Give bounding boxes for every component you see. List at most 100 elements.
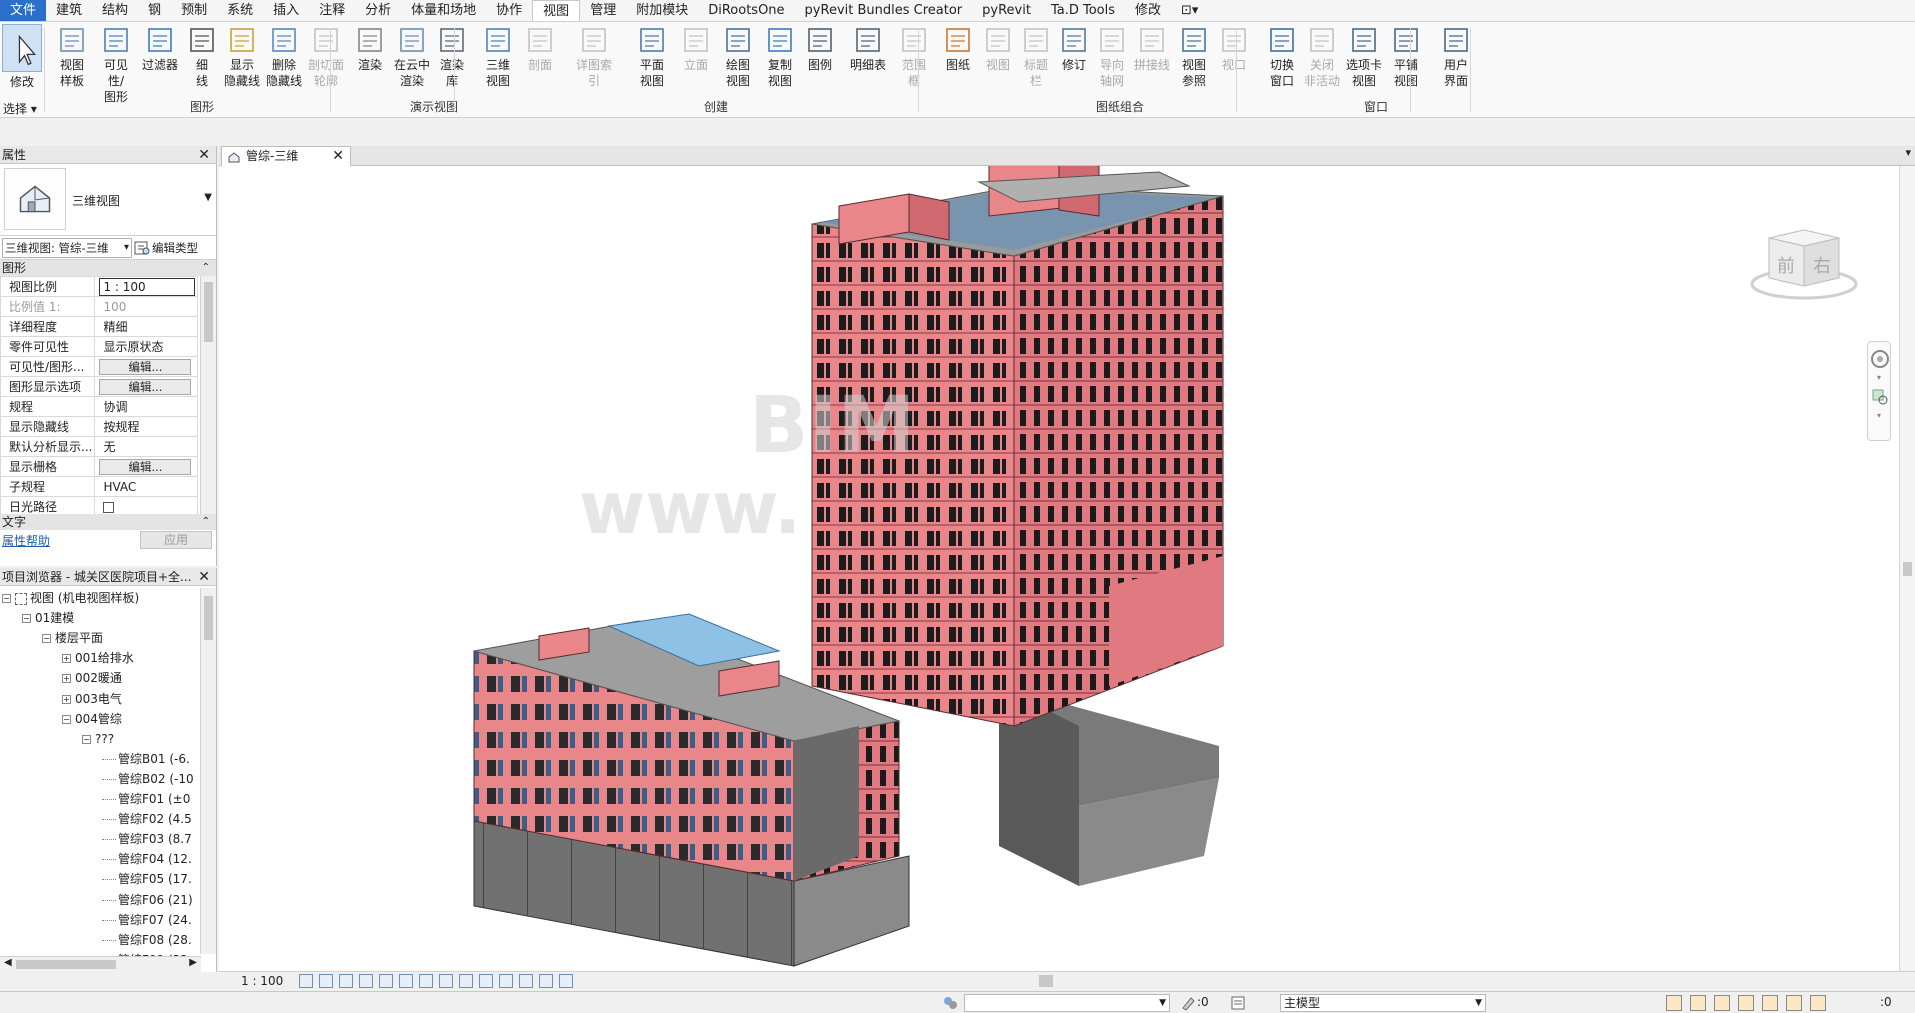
ribbon-button-6[interactable]: 剖切面 轮廓	[306, 25, 346, 89]
tree-toggle-icon[interactable]: +	[62, 694, 71, 704]
tree-toggle-icon[interactable]: −	[62, 714, 71, 724]
menu-tab-12[interactable]: 管理	[580, 0, 626, 21]
property-value[interactable]: 无	[103, 440, 115, 454]
property-value-cell[interactable]: 1 : 100	[94, 276, 198, 297]
browser-tree-item[interactable]: +003电气	[62, 689, 122, 709]
menu-tab-7[interactable]: 注释	[309, 0, 355, 21]
ribbon-button-22[interactable]: 标题栏	[1016, 25, 1056, 89]
temporary-hide-icon[interactable]	[459, 974, 473, 988]
apply-button[interactable]: 应用	[140, 531, 212, 549]
chevron-down-icon[interactable]: ▼	[204, 192, 212, 203]
highlight-displacement-icon[interactable]	[519, 974, 533, 988]
shadows-icon[interactable]	[359, 974, 373, 988]
menu-tab-6[interactable]: 插入	[263, 0, 309, 21]
ribbon-button-19[interactable]: 范围框	[894, 25, 934, 89]
menu-tab-8[interactable]: 分析	[355, 0, 401, 21]
ribbon-button-11[interactable]: 剖面	[520, 25, 560, 73]
browser-tree-item[interactable]: 管综F02 (4.5	[102, 809, 192, 829]
view-scale-input[interactable]: 1 : 100	[99, 277, 195, 296]
drawing-canvas[interactable]: BIM www. 前 右 ▾ ▾	[219, 166, 1899, 971]
browser-tree-item[interactable]: 管综F05 (17.	[102, 869, 192, 889]
browser-tree-item[interactable]: − 视图 (机电视图样板)	[2, 588, 139, 608]
browser-tree-item[interactable]: 管综F01 (±0	[102, 789, 190, 809]
constraints-icon[interactable]	[539, 974, 553, 988]
ribbon-button-31[interactable]: 平铺 视图	[1386, 25, 1426, 89]
browser-tree-item[interactable]: −01建模	[22, 608, 74, 628]
property-value-cell[interactable]: 编辑...	[94, 456, 198, 477]
ribbon-button-4[interactable]: 显示 隐藏线	[222, 25, 262, 89]
ribbon-button-9[interactable]: 渲染库	[432, 25, 472, 89]
navigation-bar[interactable]: ▾ ▾	[1867, 341, 1891, 441]
render-icon[interactable]	[379, 974, 393, 988]
property-value[interactable]: 显示原状态	[103, 340, 163, 354]
ribbon-button-10[interactable]: 三维 视图	[478, 25, 518, 89]
close-icon[interactable]: ✕	[198, 568, 210, 586]
ribbon-button-15[interactable]: 绘图 视图	[718, 25, 758, 89]
ribbon-button-8[interactable]: 在云中 渲染	[392, 25, 432, 89]
tree-toggle-icon[interactable]: −	[2, 594, 11, 603]
tab-3d-view[interactable]: 管综-三维 ✕	[221, 146, 351, 166]
properties-scrollbar[interactable]	[200, 276, 216, 514]
browser-tree-item[interactable]: −???	[82, 729, 114, 749]
property-value[interactable]: 精细	[103, 320, 127, 334]
property-value-cell[interactable]: 协调	[94, 396, 198, 417]
menu-tab-10[interactable]: 协作	[486, 0, 532, 21]
tree-toggle-icon[interactable]: +	[62, 674, 71, 684]
quick-access-dropdown-icon[interactable]: ⊡▾	[1171, 0, 1208, 21]
property-value-cell[interactable]: 无	[94, 436, 198, 457]
ribbon-button-13[interactable]: 平面 视图	[632, 25, 672, 89]
menu-tab-4[interactable]: 预制	[171, 0, 217, 21]
select-by-face-icon[interactable]	[1738, 995, 1754, 1011]
ribbon-button-30[interactable]: 选项卡 视图	[1344, 25, 1384, 89]
ribbon-button-29[interactable]: 关闭 非活动	[1302, 25, 1342, 89]
properties-help-link[interactable]: 属性帮助	[2, 532, 50, 549]
ribbon-button-20[interactable]: 图纸	[938, 25, 978, 73]
ribbon-button-2[interactable]: 过滤器	[140, 25, 180, 73]
group-graphics[interactable]: 图形 ⌃	[0, 260, 216, 276]
browser-tree-item[interactable]: −004管综	[62, 709, 122, 729]
property-value-cell[interactable]: HVAC	[94, 476, 198, 497]
tab-list-icon[interactable]: ▾	[1905, 146, 1911, 159]
property-value[interactable]: 协调	[103, 400, 127, 414]
browser-scrollbar[interactable]	[200, 588, 216, 954]
visual-style-icon[interactable]	[319, 974, 333, 988]
viewcube[interactable]: 前 右	[1749, 216, 1859, 306]
detail-level-icon[interactable]	[299, 974, 313, 988]
select-underlay-icon[interactable]	[1690, 995, 1706, 1011]
edit-type-button[interactable]: 编辑类型	[134, 240, 198, 256]
ribbon-button-1[interactable]: 可见性/图形	[96, 25, 136, 105]
tree-toggle-icon[interactable]: −	[82, 734, 91, 744]
analytical-model-icon[interactable]	[499, 974, 513, 988]
view-scale[interactable]: 1 : 100	[241, 974, 283, 988]
menu-tab-13[interactable]: 附加模块	[626, 0, 698, 21]
ribbon-button-12[interactable]: 详图索引	[574, 25, 614, 89]
crop-view-icon[interactable]	[399, 974, 413, 988]
property-value[interactable]: 100	[103, 300, 126, 314]
menu-tab-14[interactable]: DiRootsOne	[698, 0, 794, 21]
steering-wheel-icon[interactable]	[1869, 348, 1891, 370]
property-value[interactable]: 按规程	[103, 420, 139, 434]
sun-path-icon[interactable]	[339, 974, 353, 988]
browser-tree-item[interactable]: +002暖通	[62, 668, 122, 688]
menu-tab-17[interactable]: Ta.D Tools	[1041, 0, 1125, 21]
ribbon-button-0[interactable]: 视图 样板	[52, 25, 92, 89]
browser-hscrollbar[interactable]: ◀ ▶	[0, 956, 201, 972]
property-value-cell[interactable]: 编辑...	[94, 376, 198, 397]
menu-tab-3[interactable]: 钢	[138, 0, 171, 21]
ribbon-button-5[interactable]: 删除 隐藏线	[264, 25, 304, 89]
browser-tree-item[interactable]: 管综F08 (28.	[102, 930, 192, 950]
menu-tab-9[interactable]: 体量和场地	[401, 0, 486, 21]
browser-tree-item[interactable]: − 楼层平面	[42, 628, 103, 648]
menu-tab-0[interactable]: 文件	[0, 0, 47, 21]
browser-tree-item[interactable]: 管综B02 (-10	[102, 769, 194, 789]
ribbon-button-14[interactable]: 立面	[676, 25, 716, 73]
browser-tree-item[interactable]: 管综F06 (21)	[102, 890, 193, 910]
modify-button[interactable]: 修改	[2, 24, 42, 90]
property-value-cell[interactable]: 精细	[94, 316, 198, 337]
property-value-cell[interactable]: 按规程	[94, 416, 198, 437]
canvas-hscroll-thumb[interactable]	[1039, 975, 1053, 987]
ribbon-button-26[interactable]: 视图 参照	[1174, 25, 1214, 89]
browser-tree-item[interactable]: 管综F07 (24.	[102, 910, 192, 930]
ribbon-button-23[interactable]: 修订	[1054, 25, 1094, 73]
editable-icon[interactable]	[1180, 995, 1196, 1011]
